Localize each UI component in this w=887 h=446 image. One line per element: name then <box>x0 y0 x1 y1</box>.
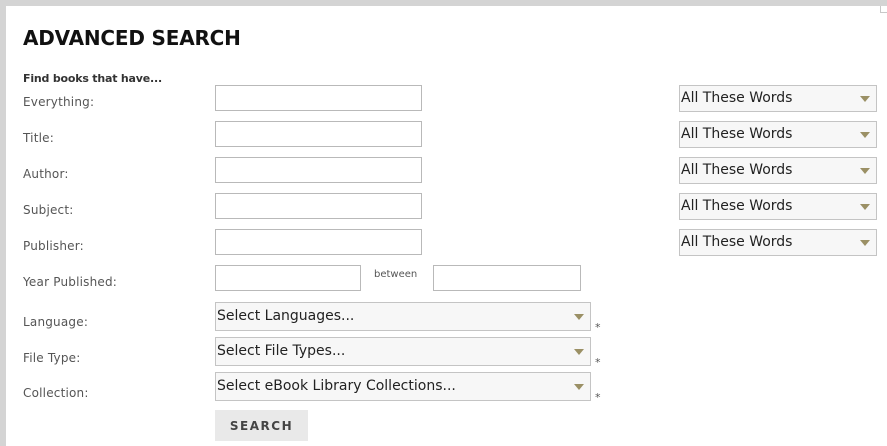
page-subtitle: Find books that have... <box>23 72 162 85</box>
subject-label: Subject: <box>23 203 74 217</box>
publisher-input[interactable] <box>215 229 422 255</box>
title-mode-value: All These Words <box>681 126 793 142</box>
field-row-everything: Everything: All These Words <box>6 85 887 113</box>
chevron-down-icon <box>574 349 584 355</box>
title-input[interactable] <box>215 121 422 147</box>
subject-mode-value: All These Words <box>681 198 793 214</box>
field-row-title: Title: All These Words <box>6 121 887 149</box>
advanced-search-panel: ADVANCED SEARCH Find books that have... … <box>6 6 887 446</box>
author-mode-select[interactable]: All These Words <box>679 157 877 184</box>
title-mode-select[interactable]: All These Words <box>679 121 877 148</box>
search-button[interactable]: SEARCH <box>215 410 308 441</box>
corner-mark <box>880 6 887 13</box>
field-row-author: Author: All These Words <box>6 157 887 185</box>
collection-select-value: Select eBook Library Collections... <box>217 378 456 394</box>
title-label: Title: <box>23 131 54 145</box>
author-input[interactable] <box>215 157 422 183</box>
chevron-down-icon <box>860 204 870 210</box>
field-row-file-type: File Type: Select File Types... * <box>6 337 887 369</box>
chevron-down-icon <box>574 314 584 320</box>
collection-label: Collection: <box>23 386 89 400</box>
chevron-down-icon <box>860 132 870 138</box>
publisher-mode-select[interactable]: All These Words <box>679 229 877 256</box>
publisher-mode-value: All These Words <box>681 234 793 250</box>
language-select-value: Select Languages... <box>217 308 355 324</box>
subject-mode-select[interactable]: All These Words <box>679 193 877 220</box>
year-to-input[interactable] <box>433 265 581 291</box>
collection-required-mark: * <box>595 391 601 404</box>
publisher-label: Publisher: <box>23 239 84 253</box>
language-required-mark: * <box>595 321 601 334</box>
field-row-subject: Subject: All These Words <box>6 193 887 221</box>
author-mode-value: All These Words <box>681 162 793 178</box>
between-label: between <box>374 269 418 280</box>
author-label: Author: <box>23 167 69 181</box>
field-row-collection: Collection: Select eBook Library Collect… <box>6 372 887 404</box>
field-row-publisher: Publisher: All These Words <box>6 229 887 257</box>
chevron-down-icon <box>860 240 870 246</box>
chevron-down-icon <box>860 168 870 174</box>
collection-select[interactable]: Select eBook Library Collections... <box>215 372 591 401</box>
everything-input[interactable] <box>215 85 422 111</box>
everything-label: Everything: <box>23 95 95 109</box>
subject-input[interactable] <box>215 193 422 219</box>
page-title: ADVANCED SEARCH <box>23 26 241 50</box>
chevron-down-icon <box>860 96 870 102</box>
file-type-select[interactable]: Select File Types... <box>215 337 591 366</box>
everything-mode-value: All These Words <box>681 90 793 106</box>
year-from-input[interactable] <box>215 265 361 291</box>
file-type-label: File Type: <box>23 351 81 365</box>
file-type-required-mark: * <box>595 356 601 369</box>
language-label: Language: <box>23 315 89 329</box>
language-select[interactable]: Select Languages... <box>215 302 591 331</box>
chevron-down-icon <box>574 384 584 390</box>
file-type-select-value: Select File Types... <box>217 343 346 359</box>
field-row-year: Year Published: between <box>6 265 887 293</box>
year-label: Year Published: <box>23 275 118 289</box>
everything-mode-select[interactable]: All These Words <box>679 85 877 112</box>
field-row-language: Language: Select Languages... * <box>6 302 887 334</box>
